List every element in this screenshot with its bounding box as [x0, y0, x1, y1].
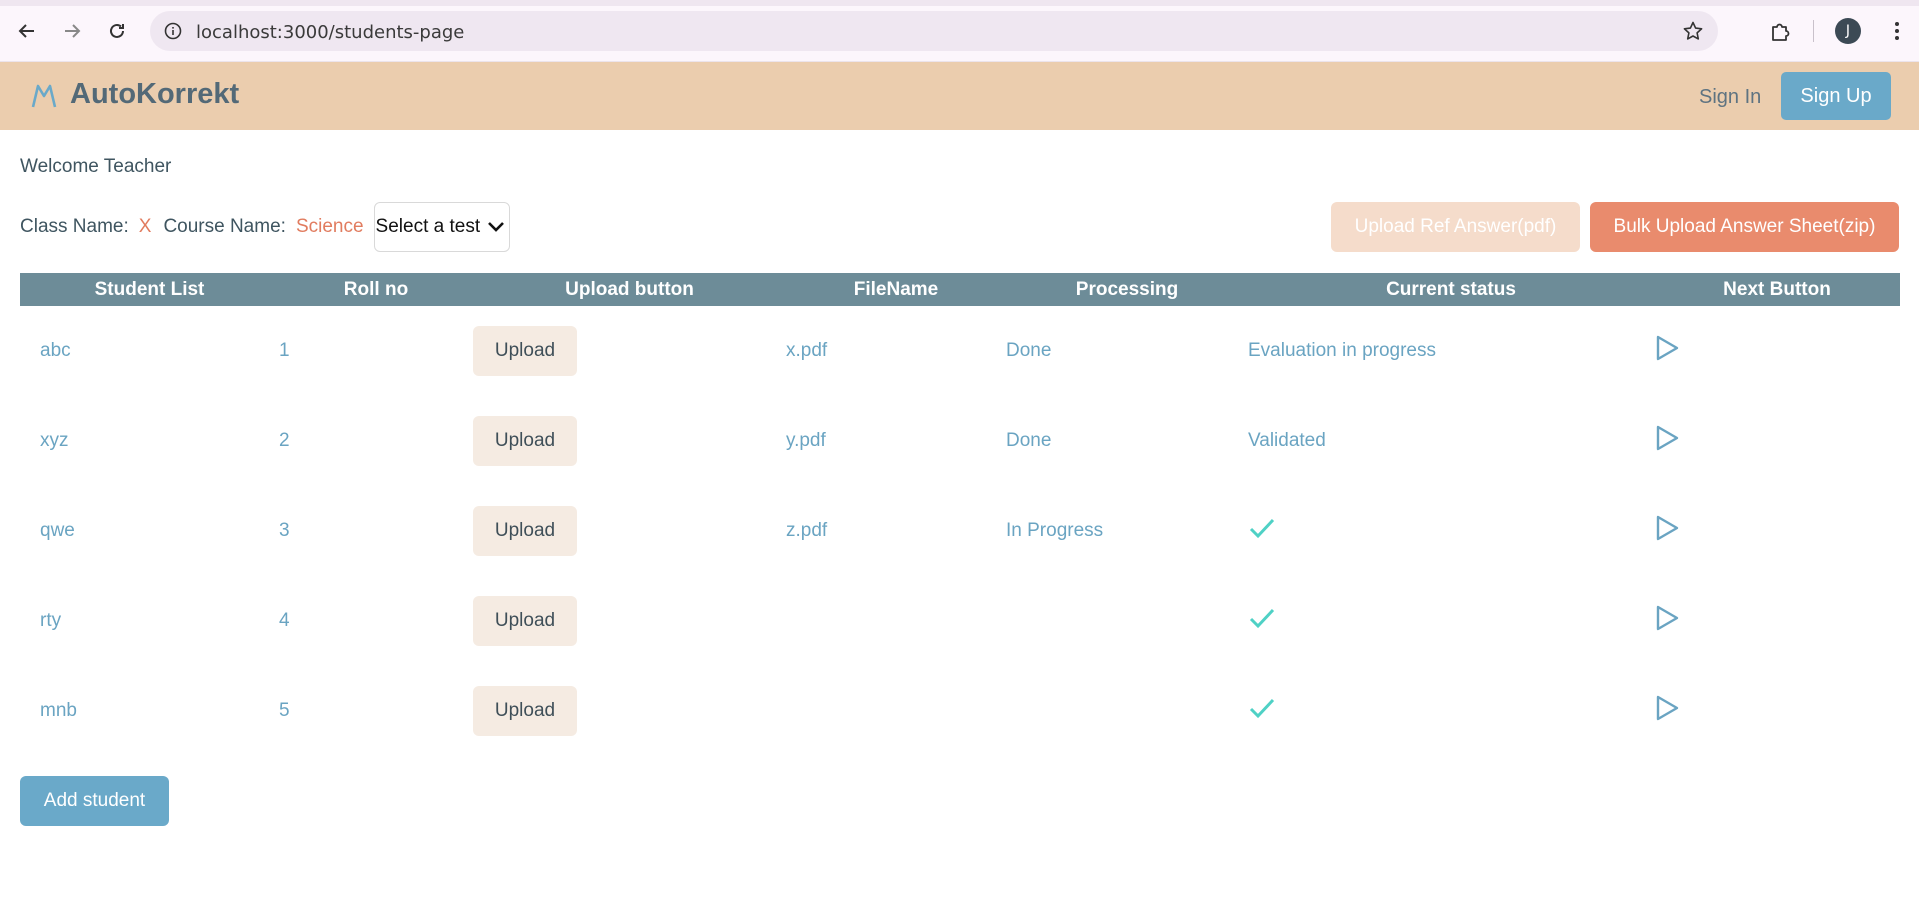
arrow-right-icon	[65, 24, 81, 38]
upload-button[interactable]: Upload	[473, 326, 577, 376]
class-value: X	[138, 216, 152, 237]
browser-toolbar: localhost:3000/students-page J	[0, 0, 1919, 62]
arrow-left-icon	[18, 24, 34, 38]
upload-button[interactable]: Upload	[473, 506, 577, 556]
reload-button[interactable]	[104, 18, 130, 44]
upload-cell: Upload	[473, 486, 786, 576]
header-processing: Processing	[1006, 273, 1248, 306]
brand-name[interactable]: AutoKorrekt	[70, 78, 239, 111]
current-status	[1248, 486, 1654, 576]
table-header-row: Student List Roll no Upload button FileN…	[20, 273, 1900, 306]
table-row: mnb 5 Upload	[20, 666, 1900, 756]
course-label: Course Name:	[163, 216, 286, 237]
toolbar-divider	[1813, 20, 1814, 42]
student-name[interactable]: xyz	[20, 396, 279, 486]
processing-status	[1006, 576, 1248, 666]
check-icon	[1249, 698, 1275, 719]
table-row: rty 4 Upload	[20, 576, 1900, 666]
file-name[interactable]: x.pdf	[786, 306, 1006, 396]
class-label: Class Name:	[20, 216, 129, 237]
processing-status: Done	[1006, 340, 1052, 361]
upload-cell: Upload	[473, 576, 786, 666]
table-row: xyz 2 Upload y.pdf Done Validated	[20, 396, 1900, 486]
tab-strip	[0, 0, 1919, 6]
upload-ref-answer-button[interactable]: Upload Ref Answer(pdf)	[1331, 202, 1580, 252]
upload-cell: Upload	[473, 666, 786, 756]
header-next-button: Next Button	[1654, 273, 1900, 306]
logo-mountain-icon	[31, 84, 57, 108]
sign-in-button[interactable]: Sign In	[1699, 86, 1761, 109]
current-status: Validated	[1248, 430, 1326, 451]
roll-no: 5	[279, 700, 290, 721]
header-upload-button: Upload button	[473, 273, 786, 306]
test-select-value: Select a test	[375, 216, 481, 237]
current-status	[1248, 666, 1654, 756]
header-file-name: FileName	[786, 273, 1006, 306]
next-cell	[1654, 666, 1900, 756]
test-select[interactable]: Select a test	[373, 202, 510, 252]
more-vertical-icon[interactable]	[1884, 18, 1910, 44]
back-button[interactable]	[14, 18, 40, 44]
check-icon	[1249, 518, 1275, 539]
reload-icon	[110, 23, 124, 38]
student-name[interactable]: qwe	[20, 486, 279, 576]
sign-up-button[interactable]: Sign Up	[1781, 72, 1891, 120]
app-header: AutoKorrekt Sign In Sign Up	[0, 62, 1919, 130]
upload-cell: Upload	[473, 396, 786, 486]
student-name[interactable]: abc	[20, 306, 279, 396]
address-bar[interactable]: localhost:3000/students-page	[150, 11, 1718, 51]
current-status	[1248, 576, 1654, 666]
play-next-icon[interactable]	[1654, 604, 1680, 632]
course-value: Science	[295, 216, 364, 237]
forward-button[interactable]	[59, 18, 85, 44]
extensions-puzzle-icon[interactable]	[1768, 18, 1794, 44]
profile-avatar[interactable]: J	[1835, 18, 1861, 44]
class-course-bar: Class Name: X Course Name: Science Selec…	[20, 200, 510, 254]
file-name[interactable]	[786, 666, 1006, 756]
add-student-button[interactable]: Add student	[20, 776, 169, 826]
header-student-list: Student List	[20, 273, 279, 306]
bulk-upload-button[interactable]: Bulk Upload Answer Sheet(zip)	[1590, 202, 1899, 252]
roll-no: 1	[279, 340, 290, 361]
current-status: Evaluation in progress	[1248, 340, 1436, 361]
next-cell	[1654, 576, 1900, 666]
welcome-text: Welcome Teacher	[20, 156, 172, 177]
check-icon	[1249, 608, 1275, 629]
table-row: qwe 3 Upload z.pdf In Progress	[20, 486, 1900, 576]
play-next-icon[interactable]	[1654, 694, 1680, 722]
bookmark-star-icon[interactable]	[1682, 20, 1704, 42]
url-text[interactable]: localhost:3000/students-page	[196, 22, 464, 43]
file-name[interactable]: z.pdf	[786, 486, 1006, 576]
play-next-icon[interactable]	[1654, 514, 1680, 542]
processing-status	[1006, 666, 1248, 756]
upload-button[interactable]: Upload	[473, 416, 577, 466]
table-row: abc 1 Upload x.pdf Done Evaluation in pr…	[20, 306, 1900, 396]
header-roll-no: Roll no	[279, 273, 473, 306]
processing-status: In Progress	[1006, 520, 1104, 541]
upload-cell: Upload	[473, 306, 786, 396]
next-cell	[1654, 396, 1900, 486]
site-info-icon[interactable]	[164, 22, 182, 40]
roll-no: 2	[279, 430, 290, 451]
roll-no: 4	[279, 610, 290, 631]
next-cell	[1654, 306, 1900, 396]
upload-button[interactable]: Upload	[473, 596, 577, 646]
chevron-down-icon	[488, 222, 505, 232]
header-current-status: Current status	[1248, 273, 1654, 306]
file-name[interactable]	[786, 576, 1006, 666]
student-name[interactable]: rty	[20, 576, 279, 666]
students-table: Student List Roll no Upload button FileN…	[20, 273, 1900, 756]
play-next-icon[interactable]	[1654, 334, 1680, 362]
processing-status: Done	[1006, 430, 1052, 451]
next-cell	[1654, 486, 1900, 576]
upload-button[interactable]: Upload	[473, 686, 577, 736]
student-name[interactable]: mnb	[20, 666, 279, 756]
play-next-icon[interactable]	[1654, 424, 1680, 452]
file-name[interactable]: y.pdf	[786, 396, 1006, 486]
roll-no: 3	[279, 520, 290, 541]
